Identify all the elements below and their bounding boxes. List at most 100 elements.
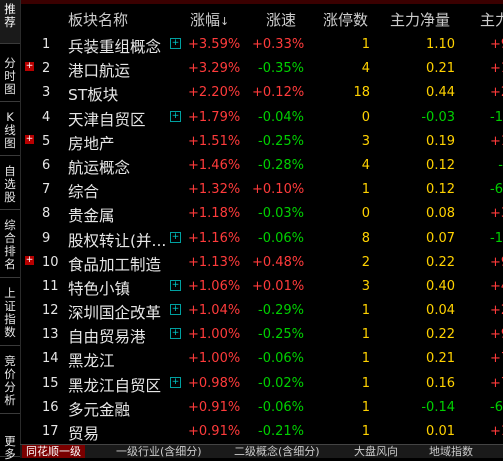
main-flow-truncated: -66 (490, 182, 503, 198)
add-watch-icon[interactable]: + (170, 279, 181, 291)
sidebar-tab-6[interactable]: 竞价分析 (0, 352, 20, 414)
main-net: 0.22 (426, 254, 455, 270)
change-speed: +0.12% (252, 85, 305, 101)
change-pct: +1.32% (188, 182, 241, 198)
table-row[interactable]: 13 自由贸易港 + +1.00% -0.25% 1 0.22 +93 (20, 322, 503, 346)
limit-up-count: 1 (361, 375, 370, 391)
limit-up-count: 18 (353, 85, 370, 101)
expand-icon[interactable]: + (25, 134, 35, 145)
table-row[interactable]: 8 贵金属 +1.18% -0.03% 0 0.08 +34 (20, 201, 503, 225)
bottom-tab-3[interactable]: 大盘风向 (350, 445, 402, 458)
table-row[interactable]: +5 房地产 +1.51% -0.25% 3 0.19 +1 (20, 129, 503, 153)
expand-icon[interactable]: + (25, 255, 35, 266)
row-index: 6 (42, 157, 51, 173)
table-row[interactable]: 11 特色小镇 + +1.06% +0.01% 3 0.40 +45 (20, 274, 503, 298)
table-row[interactable]: 6 航运概念 +1.46% -0.28% 4 0.12 - (20, 153, 503, 177)
bottom-tab-2[interactable]: 二级概念(含细分) (230, 445, 324, 458)
sector-name[interactable]: 自由贸易港 (68, 325, 146, 347)
bottom-tab-1[interactable]: 一级行业(含细分) (112, 445, 206, 458)
table-row[interactable]: 4 天津自贸区 + +1.79% -0.04% 0 -0.03 -15 (20, 105, 503, 129)
expand-icon[interactable]: + (25, 62, 35, 72)
row-index: 13 (42, 327, 59, 343)
limit-up-count: 0 (361, 206, 370, 222)
change-speed: +0.01% (252, 278, 305, 294)
table-row[interactable]: 7 综合 +1.32% +0.10% 1 0.12 -66 (20, 177, 503, 201)
header-limit-up[interactable]: 涨停数 (323, 9, 368, 30)
main-flow-truncated: +45 (490, 278, 503, 294)
add-watch-icon[interactable]: + (170, 328, 181, 340)
header-net[interactable]: 主力净量 (390, 9, 450, 30)
limit-up-count: 0 (361, 109, 370, 125)
main-flow-truncated: +77 (490, 375, 503, 391)
sidebar-tab-0[interactable]: 推荐 (0, 0, 20, 44)
sector-name[interactable]: 股权转让(并... (68, 229, 166, 251)
sector-name[interactable]: 黑龙江自贸区 (68, 374, 161, 396)
main-net: 0.22 (426, 327, 455, 343)
table-row[interactable]: 16 多元金融 +0.91% -0.06% 1 -0.14 -62 (20, 395, 503, 419)
main-net: 0.40 (426, 278, 455, 294)
change-speed: -0.06% (258, 230, 304, 246)
sector-name[interactable]: 航运概念 (68, 156, 130, 178)
add-watch-icon[interactable]: + (170, 304, 181, 316)
add-watch-icon[interactable]: + (170, 231, 181, 243)
table-row[interactable]: 9 股权转让(并... + +1.16% -0.06% 8 0.07 -1 (20, 226, 503, 250)
limit-up-count: 3 (361, 278, 370, 294)
main-flow-truncated: -15 (490, 109, 503, 125)
sidebar-tab-1[interactable]: 分时图 (0, 54, 20, 102)
sector-name[interactable]: 兵装重组概念 (68, 35, 161, 57)
main-flow-truncated: +20 (490, 303, 503, 319)
row-index: 9 (42, 230, 51, 246)
sidebar-tab-3[interactable]: 自选股 (0, 162, 20, 210)
header-change[interactable]: 涨幅↓ (190, 9, 229, 30)
table-row[interactable]: 15 黑龙江自贸区 + +0.98% -0.02% 1 0.16 +77 (20, 371, 503, 395)
sector-name[interactable]: 多元金融 (68, 398, 130, 420)
sector-name[interactable]: 贸易 (68, 422, 99, 444)
main-flow-truncated: -1 (490, 230, 503, 246)
sector-name[interactable]: 贵金属 (68, 204, 115, 226)
change-speed: +0.33% (252, 37, 305, 52)
sector-name[interactable]: ST板块 (68, 83, 118, 105)
table-row[interactable]: 12 深圳国企改革 + +1.04% -0.29% 1 0.04 +20 (20, 298, 503, 322)
change-pct: +1.00% (188, 327, 241, 343)
add-watch-icon[interactable]: + (170, 110, 181, 122)
limit-up-count: 4 (361, 61, 370, 77)
bottom-tab-0[interactable]: 同花顺一级 (22, 445, 85, 458)
table-header: 板块名称 涨幅↓ 涨速 涨停数 主力净量 主力 (20, 4, 503, 32)
main-flow-truncated: +96 (490, 254, 503, 270)
sidebar-tab-5[interactable]: 上证指数 (0, 284, 20, 346)
change-speed: -0.25% (258, 133, 304, 149)
table-row[interactable]: 17 贸易 +0.91% -0.21% 1 0.01 +12 (20, 419, 503, 443)
table-row[interactable]: 1 兵装重组概念 + +3.59% +0.33% 1 1.10 +99 (20, 32, 503, 56)
sector-name[interactable]: 综合 (68, 180, 99, 202)
sector-name[interactable]: 港口航运 (68, 59, 130, 81)
sector-name[interactable]: 房地产 (68, 132, 115, 154)
sidebar-tab-7[interactable]: 更多 (0, 432, 20, 461)
header-last[interactable]: 主力 (480, 9, 503, 30)
row-index: 4 (42, 109, 51, 125)
sector-name[interactable]: 食品加工制造 (68, 253, 161, 275)
main-net: 0.01 (426, 424, 455, 439)
row-index: 14 (42, 351, 59, 367)
expand-plus-icon: + (25, 61, 34, 72)
table-row[interactable]: +10 食品加工制造 +1.13% +0.48% 2 0.22 +96 (20, 250, 503, 274)
sidebar-tab-2[interactable]: K线图 (0, 108, 20, 156)
add-watch-icon[interactable]: + (170, 38, 181, 49)
bottom-tab-4[interactable]: 地域指数 (425, 445, 477, 458)
sector-name[interactable]: 黑龙江 (68, 349, 115, 371)
main-net: 0.16 (426, 375, 455, 391)
header-speed[interactable]: 涨速 (266, 9, 296, 30)
add-watch-icon[interactable]: + (170, 376, 181, 388)
table-row[interactable]: 14 黑龙江 +1.00% -0.06% 1 0.21 +72 (20, 346, 503, 370)
change-speed: -0.25% (258, 327, 304, 343)
change-pct: +3.29% (188, 61, 241, 77)
header-name[interactable]: 板块名称 (68, 9, 128, 30)
sector-name[interactable]: 深圳国企改革 (68, 301, 161, 323)
table-row[interactable]: +2 港口航运 +3.29% -0.35% 4 0.21 +1 (20, 56, 503, 80)
sidebar-tab-label: 竞价分析 (4, 354, 16, 407)
table-row[interactable]: 3 ST板块 +2.20% +0.12% 18 0.44 +2 (20, 80, 503, 104)
sector-name[interactable]: 特色小镇 (68, 277, 130, 299)
row-index: 15 (42, 375, 59, 391)
sector-name[interactable]: 天津自贸区 (68, 108, 146, 130)
sidebar-tab-4[interactable]: 综合排名 (0, 216, 20, 278)
change-pct: +1.51% (188, 133, 241, 149)
